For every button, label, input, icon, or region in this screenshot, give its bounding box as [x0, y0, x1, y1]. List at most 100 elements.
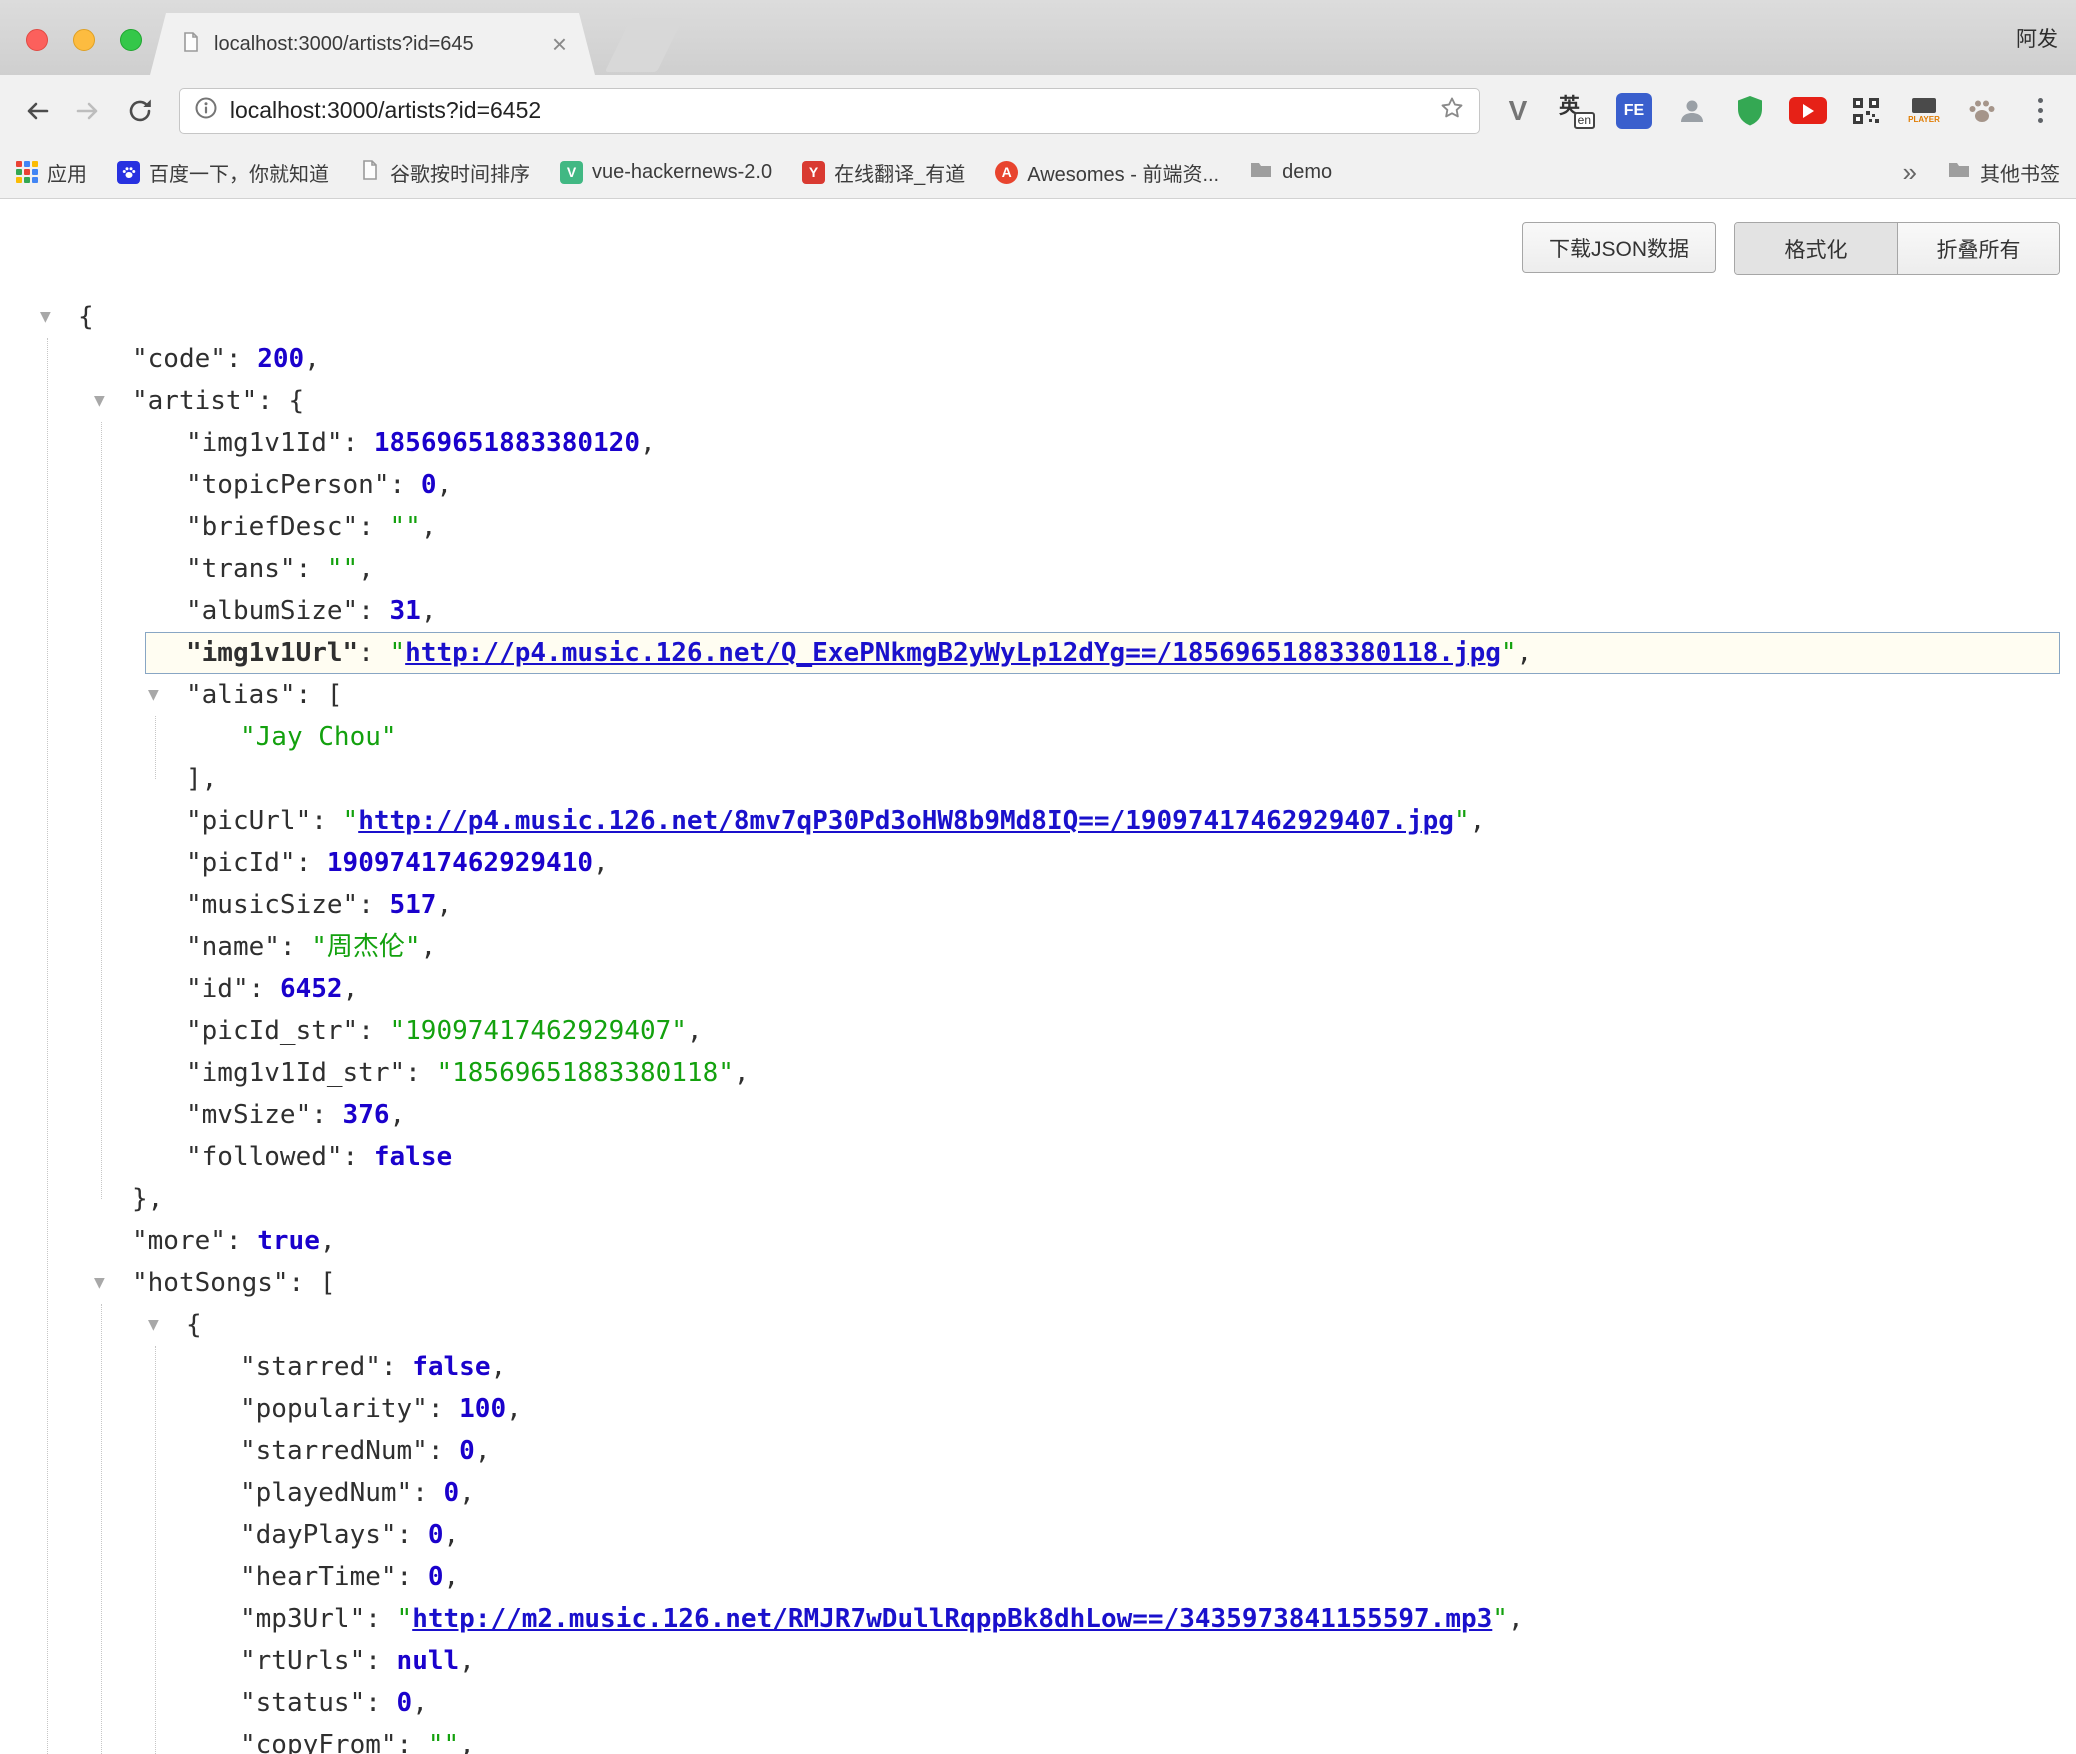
json-comma: , [1508, 1604, 1524, 1634]
fe-glyph: FE [1616, 93, 1652, 129]
json-row: ▼ "artist": { [0, 380, 2076, 422]
page-info-icon[interactable] [194, 96, 218, 125]
vue-icon: V [560, 161, 583, 184]
json-row: ▼"hotSongs": [ [0, 1262, 2076, 1304]
json-colon: : [397, 1562, 428, 1592]
address-bar[interactable]: localhost:3000/artists?id=6452 [179, 88, 1480, 134]
youtube-extension-icon[interactable] [1786, 89, 1830, 133]
json-comma: , [459, 1730, 475, 1754]
json-colon: : [381, 1352, 412, 1382]
browser-window: localhost:3000/artists?id=645 × 阿发 local… [0, 0, 2076, 1754]
fe-extension-icon[interactable]: FE [1612, 89, 1656, 133]
new-tab-button[interactable] [605, 18, 683, 72]
json-quote: " [390, 638, 406, 668]
json-colon: : [405, 1058, 436, 1088]
json-colon: : [365, 1604, 396, 1634]
collapse-toggle-icon[interactable]: ▼ [148, 1304, 159, 1346]
bookmark-label: 谷歌按时间排序 [390, 158, 530, 187]
forward-button[interactable] [66, 88, 112, 134]
json-url-link[interactable]: http://p4.music.126.net/8mv7qP30Pd3oHW8b… [358, 806, 1454, 836]
json-row: "topicPerson": 0, [0, 464, 2076, 506]
bookmark-item-demo-folder[interactable]: demo [1249, 158, 1332, 187]
browser-toolbar: localhost:3000/artists?id=6452 V 英 en FE [0, 75, 2076, 146]
json-comma: , [412, 1688, 428, 1718]
bookmark-item-baidu[interactable]: 百度一下，你就知道 [117, 158, 329, 187]
reload-button[interactable] [117, 88, 163, 134]
json-key: "alias" [186, 680, 296, 710]
json-key: "hearTime" [240, 1562, 397, 1592]
collapse-all-button[interactable]: 折叠所有 [1897, 223, 2059, 274]
bookmark-item-awesomes[interactable]: A Awesomes - 前端资... [995, 158, 1219, 187]
vimium-extension-icon[interactable]: V [1496, 89, 1540, 133]
json-comma: , [444, 1562, 460, 1592]
shield-extension-icon[interactable] [1728, 89, 1772, 133]
youtube-glyph [1789, 97, 1827, 124]
json-string-value: "Jay Chou" [240, 722, 397, 752]
extension-icons: V 英 en FE PLAYER [1496, 89, 2062, 133]
json-colon: : [390, 470, 421, 500]
json-line-content: "mp3Url": "http://m2.music.126.net/RMJR7… [240, 1604, 1524, 1634]
json-key: "rtUrls" [240, 1646, 365, 1676]
close-window-button[interactable] [26, 29, 48, 51]
bookmark-item-youdao-translate[interactable]: Y 在线翻译_有道 [802, 158, 965, 187]
qr-code-extension-icon[interactable] [1844, 89, 1888, 133]
json-comma: , [202, 764, 218, 794]
zoom-window-button[interactable] [120, 29, 142, 51]
collapse-toggle-icon[interactable]: ▼ [94, 380, 105, 422]
player-glyph: PLAYER [1908, 98, 1940, 124]
window-controls [26, 29, 142, 51]
collapse-toggle-icon[interactable]: ▼ [40, 296, 51, 338]
bookmark-item-google-sort[interactable]: 谷歌按时间排序 [359, 158, 530, 187]
json-row: "musicSize": 517, [0, 884, 2076, 926]
download-json-button[interactable]: 下载JSON数据 [1522, 222, 1716, 273]
json-line-content: "artist": { [132, 386, 304, 416]
json-line-content: "img1v1Url": "http://p4.music.126.net/Q_… [186, 638, 1532, 668]
json-colon: : [428, 1394, 459, 1424]
json-url-link[interactable]: http://p4.music.126.net/Q_ExePNkmgB2yWyL… [405, 638, 1501, 668]
page-icon [359, 159, 381, 186]
json-row: "img1v1Id_str": "18569651883380118", [0, 1052, 2076, 1094]
other-bookmarks-folder[interactable]: 其他书签 [1947, 158, 2060, 187]
player-extension-icon[interactable]: PLAYER [1902, 89, 1946, 133]
profile-name[interactable]: 阿发 [2016, 23, 2058, 53]
json-row: "mvSize": 376, [0, 1094, 2076, 1136]
json-number-value: null [397, 1646, 460, 1676]
json-number-value: 376 [343, 1100, 390, 1130]
browser-menu-icon[interactable] [2018, 89, 2062, 133]
json-row: "img1v1Id": 18569651883380120, [0, 422, 2076, 464]
json-key: "id" [186, 974, 249, 1004]
json-comma: , [1517, 638, 1533, 668]
json-colon: : [358, 638, 389, 668]
json-line-content: "rtUrls": null, [240, 1646, 475, 1676]
json-row: "picId": 19097417462929410, [0, 842, 2076, 884]
profile-person-icon[interactable] [1670, 89, 1714, 133]
json-url-link[interactable]: http://m2.music.126.net/RMJR7wDullRqppBk… [412, 1604, 1492, 1634]
bookmark-star-icon[interactable] [1439, 95, 1465, 126]
paw-extension-icon[interactable] [1960, 89, 2004, 133]
bookmarks-overflow-button[interactable]: » [1903, 157, 1917, 188]
browser-tab[interactable]: localhost:3000/artists?id=645 × [150, 13, 595, 75]
json-colon: : [358, 890, 389, 920]
json-quote: " [397, 1604, 413, 1634]
json-colon: : [358, 1016, 389, 1046]
collapse-toggle-icon[interactable]: ▼ [148, 674, 159, 716]
back-button[interactable] [14, 88, 60, 134]
translate-glyph: 英 en [1557, 92, 1595, 130]
json-bracket: [ [327, 680, 343, 710]
json-key: "mvSize" [186, 1100, 311, 1130]
minimize-window-button[interactable] [73, 29, 95, 51]
json-key: "topicPerson" [186, 470, 390, 500]
tab-close-icon[interactable]: × [552, 31, 567, 57]
translate-extension-icon[interactable]: 英 en [1554, 89, 1598, 133]
bookmark-item-vue-hackernews[interactable]: V vue-hackernews-2.0 [560, 161, 772, 184]
collapse-toggle-icon[interactable]: ▼ [94, 1262, 105, 1304]
json-key: "picId_str" [186, 1016, 358, 1046]
json-comma: , [304, 344, 320, 374]
json-key: "dayPlays" [240, 1520, 397, 1550]
json-viewer-controls: 下载JSON数据 格式化 折叠所有 [1522, 222, 2060, 275]
json-row: "id": 6452, [0, 968, 2076, 1010]
url-text[interactable]: localhost:3000/artists?id=6452 [230, 97, 1439, 124]
format-button[interactable]: 格式化 [1735, 223, 1897, 274]
json-row: "picUrl": "http://p4.music.126.net/8mv7q… [0, 800, 2076, 842]
bookmark-item-apps[interactable]: 应用 [16, 158, 87, 187]
